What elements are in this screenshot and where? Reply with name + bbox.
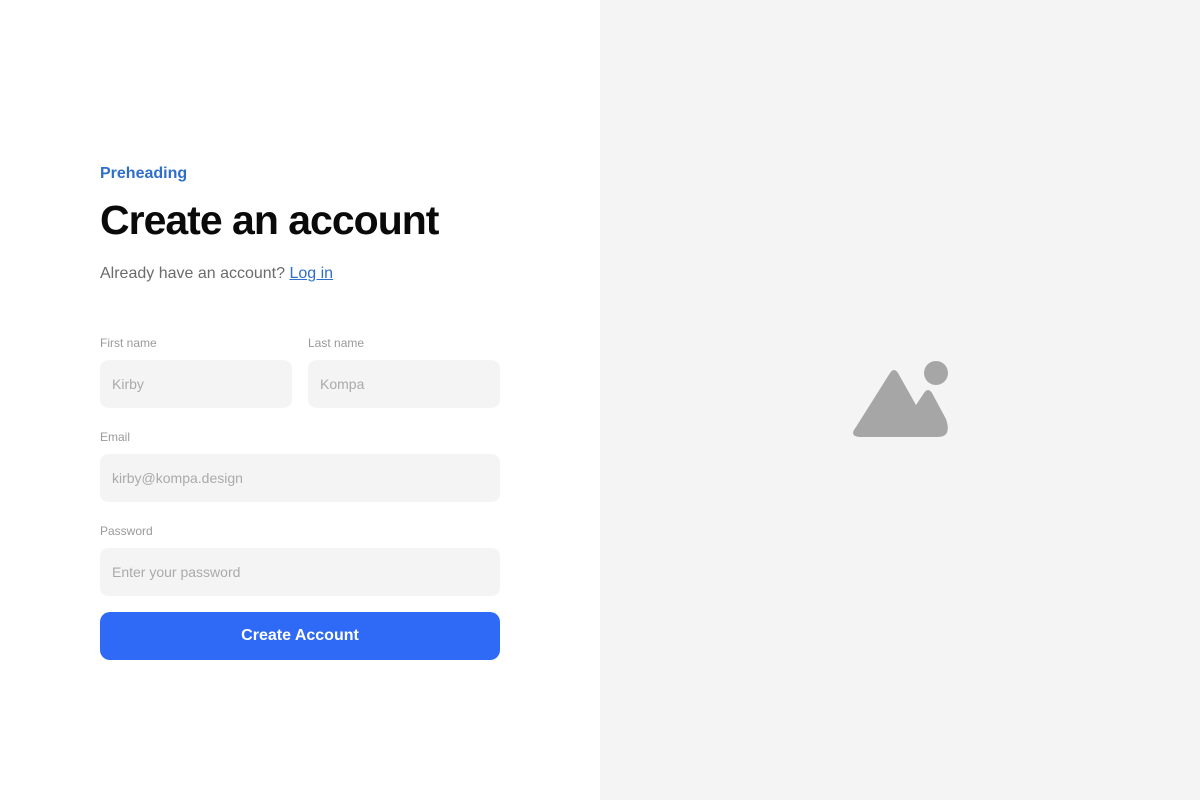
login-prompt-text: Already have an account? (100, 265, 286, 282)
signup-form: Preheading Create an account Already hav… (100, 164, 500, 660)
last-name-label: Last name (308, 336, 365, 350)
name-row: First name Last name (100, 336, 500, 408)
signup-page: Preheading Create an account Already hav… (0, 0, 1200, 800)
login-prompt: Already have an account? Log in (100, 264, 500, 284)
login-link[interactable]: Log in (289, 265, 333, 282)
first-name-input[interactable] (100, 360, 292, 408)
email-label: Email (100, 430, 131, 444)
image-placeholder-icon (853, 361, 948, 437)
password-field-group: Password (100, 524, 500, 596)
password-input[interactable] (100, 548, 500, 596)
page-title: Create an account (100, 197, 439, 243)
email-field-group: Email (100, 430, 500, 502)
preheading: Preheading (100, 165, 188, 182)
first-name-label: First name (100, 336, 157, 350)
last-name-input[interactable] (308, 360, 500, 408)
create-account-button[interactable]: Create Account (100, 612, 500, 660)
first-name-field-group: First name (100, 336, 292, 408)
form-panel: Preheading Create an account Already hav… (0, 0, 600, 800)
email-input[interactable] (100, 454, 500, 502)
last-name-field-group: Last name (308, 336, 500, 408)
image-panel (600, 0, 1200, 800)
password-label: Password (100, 524, 153, 538)
form-fields: First name Last name Email Password (100, 336, 500, 660)
